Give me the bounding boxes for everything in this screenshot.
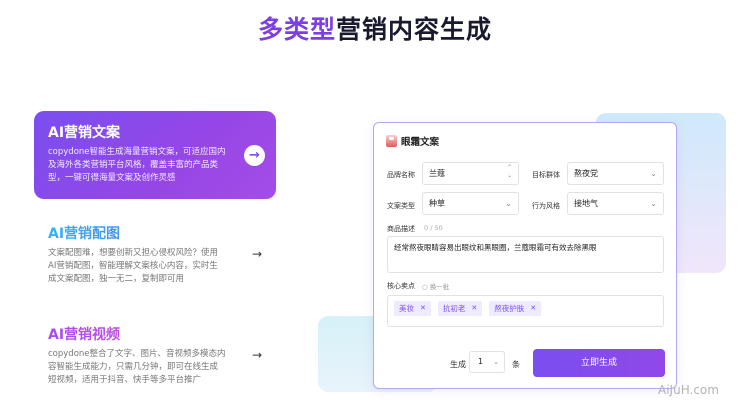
close-icon[interactable]: ✕ (530, 301, 536, 316)
chevron-down-icon: ⌄ (493, 358, 499, 366)
tag-chip[interactable]: 美妆 ✕ (394, 301, 431, 316)
selling-points-tags[interactable]: 美妆 ✕ 抗初老 ✕ 熬夜护肤 ✕ (387, 295, 664, 327)
audience-value: 熬夜党 (574, 169, 598, 178)
feature-title: AI营销视频 (48, 325, 226, 345)
watermark: AiJuH.com (658, 383, 719, 397)
generate-label: 生成 (450, 360, 466, 369)
stepper-icon[interactable]: ⌃ ⌄ (507, 164, 512, 180)
feature-description: copydone智能生成海量营销文案，可适应国内及海外各类营销平台风格，覆盖丰富… (48, 147, 226, 183)
brand-label: 品牌名称 (387, 171, 415, 179)
audience-select[interactable]: 熬夜党 ⌄ (567, 162, 664, 185)
description-textarea[interactable]: 经常熬夜眼睛容易出眼纹和黑眼圈，兰蔻眼霜可有效去除黑眼 (387, 236, 664, 273)
close-icon[interactable]: ✕ (420, 301, 426, 316)
refresh-button[interactable]: ○ 换一批 (422, 281, 449, 291)
feature-card-ai-copywriting[interactable]: AI营销文案 copydone智能生成海量营销文案，可适应国内及海外各类营销平台… (34, 111, 276, 199)
eye-cream-icon (386, 135, 397, 147)
copytype-value: 种草 (429, 199, 445, 208)
chevron-down-icon: ⌄ (650, 169, 657, 178)
form-header: 眼霜文案 (386, 134, 439, 148)
close-icon[interactable]: ✕ (471, 301, 477, 316)
tag-chip[interactable]: 熬夜护肤 ✕ (489, 301, 542, 316)
feature-title: AI营销文案 (48, 125, 121, 141)
arrow-right-icon[interactable]: → (244, 145, 265, 166)
copy-generator-form: 眼霜文案 品牌名称 兰蔻 ⌃ ⌄ 目标群体 熬夜党 ⌄ 文案类型 种草 ⌄ 行为风… (373, 122, 677, 389)
copytype-label: 文案类型 (387, 202, 415, 210)
page-title: 多类型营销内容生成 (0, 10, 750, 46)
form-title: 眼霜文案 (401, 137, 440, 148)
style-value: 接地气 (574, 199, 598, 208)
style-select[interactable]: 接地气 ⌄ (567, 192, 664, 215)
chevron-down-icon: ⌄ (650, 199, 657, 208)
tag-label: 美妆 (399, 304, 414, 313)
description-counter: 0 / 50 (424, 224, 443, 232)
refresh-label: 换一批 (429, 283, 450, 291)
tag-label: 熬夜护肤 (494, 304, 525, 313)
brand-input[interactable]: 兰蔻 ⌃ ⌄ (422, 162, 519, 185)
audience-label: 目标群体 (532, 171, 560, 179)
feature-description: copydone整合了文字、图片、音视频多模态内容智能生成能力，只需几分钟，即可… (48, 349, 226, 385)
feature-description: 文案配图难，想要创新又担心侵权风险？使用AI营销配图，智能理解文案核心内容，实时… (48, 248, 219, 284)
refresh-icon: ○ (422, 283, 428, 291)
page-title-rest: 营销内容生成 (336, 15, 493, 44)
tag-chip[interactable]: 抗初老 ✕ (437, 301, 483, 316)
chevron-down-icon: ⌄ (505, 199, 512, 208)
copytype-select[interactable]: 种草 ⌄ (422, 192, 519, 215)
generate-now-button[interactable]: 立即生成 (533, 349, 665, 377)
description-label: 商品描述 (387, 225, 415, 233)
arrow-right-icon[interactable]: → (252, 348, 262, 362)
unit-label: 条 (512, 360, 520, 369)
feature-card-ai-video[interactable]: AI营销视频 copydone整合了文字、图片、音视频多模态内容智能生成能力，只… (34, 325, 276, 387)
feature-card-ai-images[interactable]: AI营销配图 文案配图难，想要创新又担心侵权风险？使用AI营销配图，智能理解文案… (34, 224, 276, 286)
arrow-right-icon[interactable]: → (252, 247, 262, 261)
count-value: 1 (478, 357, 484, 366)
style-label: 行为风格 (532, 202, 560, 210)
selling-points-label: 核心卖点 (387, 282, 415, 290)
tag-label: 抗初老 (442, 304, 466, 313)
feature-title: AI营销配图 (48, 224, 226, 244)
page-title-accent: 多类型 (257, 15, 336, 44)
count-select[interactable]: 1 ⌄ (469, 351, 505, 373)
brand-value: 兰蔻 (429, 169, 445, 178)
